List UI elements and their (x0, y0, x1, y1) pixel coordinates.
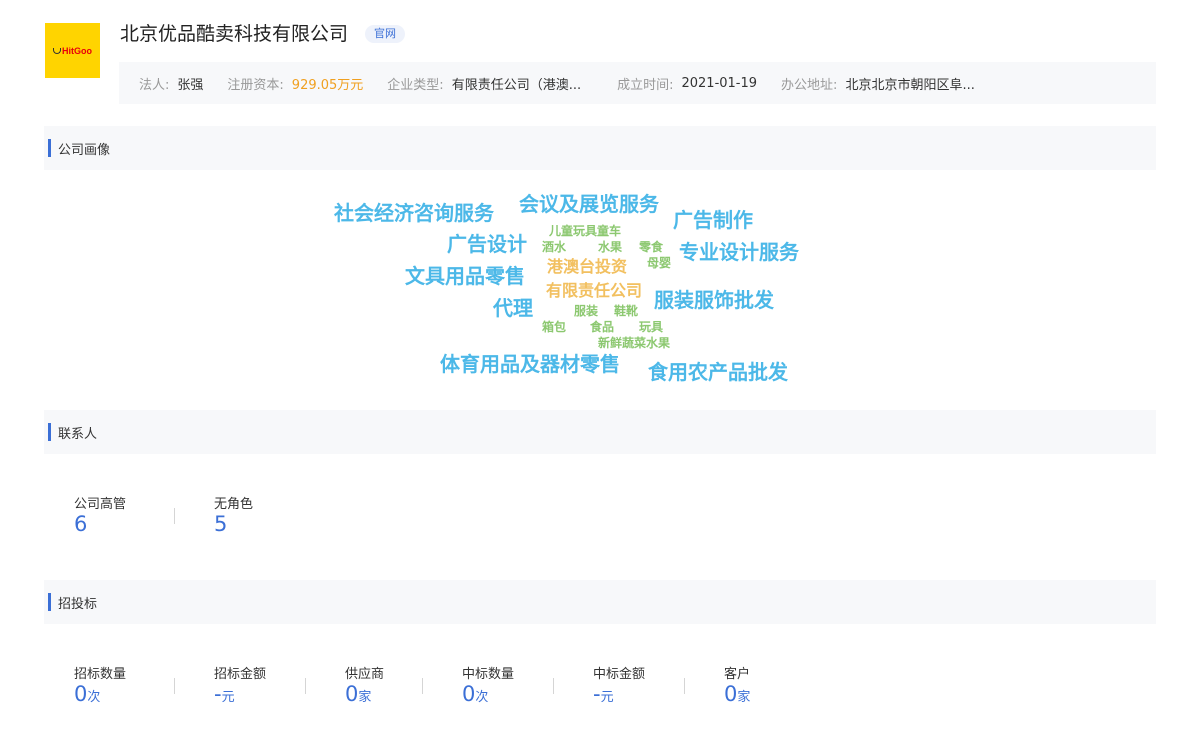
logo-text: HitGoo (62, 45, 92, 56)
word-cloud-tag: 服装服饰批发 (654, 288, 774, 312)
company-logo: HitGoo (45, 23, 100, 78)
stat-unit: 次 (87, 690, 101, 705)
section-header-bidding: 招投标 (44, 580, 1156, 624)
info-value: 有限责任公司（港澳... (451, 77, 582, 93)
word-cloud-tag: 鞋靴 (614, 304, 639, 318)
word-cloud-tag: 食品 (590, 320, 615, 334)
stat-unit: 家 (737, 690, 751, 705)
word-cloud-tag: 零食 (639, 240, 664, 254)
company-info-bar: 法人: 张强 注册资本: 929.05万元 企业类型: 有限责任公司（港澳...… (119, 62, 1156, 104)
info-label: 办公地址: (781, 77, 838, 93)
stat-suppliers[interactable]: 供应商 0家 (306, 663, 422, 706)
stat-value: 0次 (462, 682, 553, 706)
word-cloud-tag: 文具用品零售 (405, 264, 525, 288)
official-website-link[interactable]: 官网 (365, 25, 405, 43)
stat-unit: 元 (600, 690, 614, 705)
word-cloud-tag: 代理 (493, 296, 533, 320)
stat-number: 6 (74, 512, 88, 536)
stat-number: 5 (214, 512, 228, 536)
stat-value: 0次 (74, 682, 174, 706)
word-cloud-tag: 有限责任公司 (546, 281, 643, 300)
word-cloud-tag: 箱包 (542, 320, 567, 334)
section-accent-bar (48, 423, 51, 441)
section-accent-bar (48, 593, 51, 611)
info-label: 企业类型: (387, 77, 444, 93)
word-cloud-tag: 体育用品及器材零售 (440, 352, 620, 376)
info-label: 注册资本: (227, 77, 284, 93)
stat-label: 中标数量 (462, 667, 515, 682)
info-registered-capital: 注册资本: 929.05万元 (227, 74, 363, 93)
stat-number: - (214, 682, 222, 706)
section-title: 公司画像 (58, 142, 111, 158)
stat-tender-count[interactable]: 招标数量 0次 (44, 663, 174, 706)
cup-icon (53, 47, 61, 54)
stat-number: 0 (462, 682, 476, 706)
word-cloud-tag: 母婴 (647, 256, 672, 270)
company-name: 北京优品酷卖科技有限公司 (120, 23, 349, 45)
word-cloud-tag: 社会经济咨询服务 (334, 201, 494, 225)
word-cloud-tag: 水果 (598, 240, 623, 254)
info-label: 法人: (139, 77, 170, 93)
section-title: 联系人 (58, 426, 98, 442)
logo-mark: HitGoo (53, 46, 92, 56)
stat-unit: 次 (475, 690, 489, 705)
word-cloud-tag: 食用农产品批发 (648, 360, 788, 384)
stat-number: 0 (74, 682, 88, 706)
stat-unit: 元 (221, 690, 235, 705)
contacts-stats: 公司高管 6 无角色 5 (44, 493, 305, 536)
info-established-date: 成立时间: 2021-01-19 (617, 74, 757, 93)
section-accent-bar (48, 139, 51, 157)
stat-label: 无角色 (214, 497, 254, 512)
stat-value: 0家 (724, 682, 815, 706)
word-cloud-tag: 会议及展览服务 (519, 192, 659, 216)
word-cloud-tag: 专业设计服务 (679, 240, 799, 264)
stat-number: 0 (724, 682, 738, 706)
stat-unit: 家 (358, 690, 372, 705)
stat-label: 招标金额 (214, 667, 267, 682)
info-office-address: 办公地址: 北京北京市朝阳区阜... (781, 74, 975, 93)
section-header-portrait: 公司画像 (44, 126, 1156, 170)
info-value: 张强 (177, 77, 204, 93)
info-company-type: 企业类型: 有限责任公司（港澳... (387, 74, 581, 93)
stat-label: 供应商 (345, 667, 385, 682)
bidding-stats: 招标数量 0次 招标金额 -元 供应商 0家 中标数量 0次 中标金额 -元 客… (44, 663, 815, 706)
stat-value: -元 (593, 682, 684, 706)
stat-value: 6 (74, 512, 174, 536)
stat-value: 0家 (345, 682, 422, 706)
stat-executives[interactable]: 公司高管 6 (44, 493, 174, 536)
stat-tender-amount[interactable]: 招标金额 -元 (175, 663, 305, 706)
section-title: 招投标 (58, 596, 98, 612)
word-cloud-tag: 新鲜蔬菜水果 (598, 336, 671, 350)
stat-number: - (593, 682, 601, 706)
word-cloud-tag: 酒水 (542, 240, 567, 254)
company-word-cloud: 社会经济咨询服务 会议及展览服务 广告制作 儿童玩具童车 广告设计 酒水 水果 … (0, 170, 1200, 410)
info-label: 成立时间: (617, 77, 674, 93)
word-cloud-tag: 服装 (574, 304, 599, 318)
info-value: 北京北京市朝阳区阜... (845, 77, 975, 93)
stat-award-amount[interactable]: 中标金额 -元 (554, 663, 684, 706)
word-cloud-tag: 玩具 (639, 320, 664, 334)
section-header-contacts: 联系人 (44, 410, 1156, 454)
info-value: 2021-01-19 (681, 75, 758, 91)
stat-award-count[interactable]: 中标数量 0次 (423, 663, 553, 706)
stat-number: 0 (345, 682, 359, 706)
stat-label: 招标数量 (74, 667, 127, 682)
stat-no-role[interactable]: 无角色 5 (175, 493, 305, 536)
word-cloud-tag: 儿童玩具童车 (549, 224, 622, 238)
info-legal-person: 法人: 张强 (139, 74, 203, 93)
stat-label: 公司高管 (74, 497, 127, 512)
stat-value: -元 (214, 682, 305, 706)
stat-customers[interactable]: 客户 0家 (685, 663, 815, 706)
stat-label: 客户 (724, 667, 751, 682)
word-cloud-tag: 广告设计 (447, 232, 527, 256)
stat-value: 5 (214, 512, 305, 536)
info-value: 929.05万元 (291, 77, 364, 93)
word-cloud-tag: 港澳台投资 (547, 257, 628, 276)
word-cloud-tag: 广告制作 (673, 208, 753, 232)
stat-label: 中标金额 (593, 667, 646, 682)
